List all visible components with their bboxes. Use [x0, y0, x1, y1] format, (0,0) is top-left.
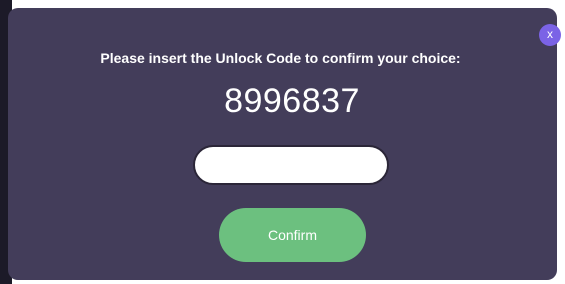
unlock-code: 8996837	[224, 82, 360, 120]
unlock-code-input[interactable]	[193, 145, 389, 185]
dialog-prompt: Please insert the Unlock Code to confirm…	[100, 50, 461, 66]
confirm-button[interactable]: Confirm	[219, 208, 366, 262]
close-icon: x	[547, 27, 553, 41]
close-button[interactable]: x	[539, 24, 561, 46]
